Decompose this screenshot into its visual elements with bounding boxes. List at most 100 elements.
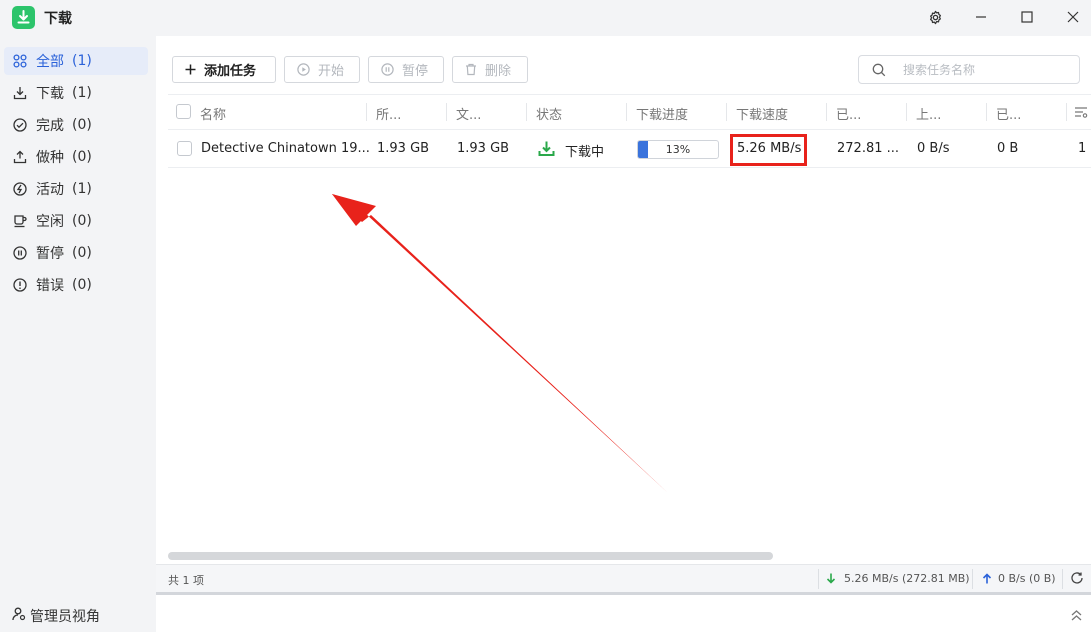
- start-label: 开始: [318, 64, 345, 79]
- column-resizer[interactable]: [986, 103, 987, 121]
- column-header-name[interactable]: 名称: [200, 104, 226, 123]
- task-extra: 1: [1078, 141, 1087, 156]
- column-header-file-size[interactable]: 文...: [456, 104, 481, 123]
- column-resizer[interactable]: [526, 103, 527, 121]
- column-resizer[interactable]: [366, 103, 367, 121]
- task-name: Detective Chinatown 19...: [201, 141, 370, 156]
- delete-button[interactable]: 删除: [452, 56, 528, 83]
- horizontal-scrollbar[interactable]: [168, 552, 773, 560]
- column-header-status[interactable]: 状态: [536, 104, 562, 123]
- trash-icon: [465, 63, 477, 76]
- upload-arrow-icon: [982, 573, 992, 588]
- plus-icon: [185, 64, 196, 75]
- cup-icon: [12, 213, 28, 229]
- app-title: 下载: [44, 11, 72, 27]
- sidebar-item-downloading[interactable]: 下载 (1): [4, 79, 148, 107]
- minimize-icon[interactable]: [968, 6, 994, 28]
- column-header-download-speed[interactable]: 下载速度: [736, 104, 788, 123]
- upload-tray-icon: [12, 149, 28, 165]
- select-all-checkbox[interactable]: [176, 104, 191, 119]
- sidebar-item-active[interactable]: 活动 (1): [4, 175, 148, 203]
- column-resizer[interactable]: [726, 103, 727, 121]
- chevron-up-icon[interactable]: [1070, 609, 1083, 625]
- column-settings-icon[interactable]: [1074, 105, 1088, 123]
- search-box[interactable]: [858, 55, 1080, 84]
- downloading-status-icon: [538, 140, 555, 161]
- play-circle-icon: [297, 63, 310, 76]
- download-summary: 5.26 MB/s (272.81 MB): [844, 572, 970, 585]
- progress-label: 13%: [665, 143, 691, 156]
- sidebar-item-all[interactable]: 全部 (1): [4, 47, 148, 75]
- grid-icon: [12, 53, 28, 69]
- admin-view-label: 管理员视角: [30, 609, 100, 625]
- sidebar-item-count: (1): [72, 85, 92, 101]
- maximize-icon[interactable]: [1014, 6, 1040, 28]
- sidebar-item-label: 下载: [36, 86, 64, 102]
- search-icon: [872, 63, 886, 81]
- row-checkbox[interactable]: [177, 141, 192, 156]
- sidebar-item-count: (0): [72, 213, 92, 229]
- task-downloaded: 272.81 ...: [837, 141, 900, 156]
- table-header: 名称 所... 文... 状态 下载进度 下载速度 已... 上... 已...: [168, 94, 1091, 130]
- column-resizer[interactable]: [906, 103, 907, 121]
- total-count: 共 1 项: [168, 574, 204, 587]
- sidebar-item-label: 完成: [36, 118, 64, 134]
- sidebar-item-idle[interactable]: 空闲 (0): [4, 207, 148, 235]
- sidebar-item-count: (1): [72, 181, 92, 197]
- status-divider: [972, 569, 973, 589]
- sidebar-item-error[interactable]: 错误 (0): [4, 271, 148, 299]
- refresh-icon[interactable]: [1070, 571, 1084, 589]
- column-resizer[interactable]: [626, 103, 627, 121]
- column-header-size[interactable]: 所...: [376, 104, 401, 123]
- progress-bar: 13%: [637, 140, 719, 159]
- pause-circle-icon: [381, 63, 394, 76]
- upload-summary: 0 B/s (0 B): [998, 572, 1056, 585]
- sidebar-item-count: (0): [72, 149, 92, 165]
- sidebar-item-label: 全部: [36, 54, 64, 70]
- sidebar-item-label: 空闲: [36, 214, 64, 230]
- sidebar-item-label: 做种: [36, 150, 64, 166]
- task-download-speed: 5.26 MB/s: [737, 141, 802, 156]
- status-bar: 共 1 项 5.26 MB/s (272.81 MB) 0 B/s (0 B): [156, 564, 1091, 592]
- sidebar-item-label: 暂停: [36, 246, 64, 262]
- task-file-size: 1.93 GB: [457, 141, 510, 156]
- sidebar: 全部 (1) 下载 (1) 完成 (0) 做种 (0) 活动 (1) 空闲 (0…: [0, 36, 156, 632]
- column-header-progress[interactable]: 下载进度: [636, 104, 688, 123]
- add-task-button[interactable]: 添加任务: [172, 56, 276, 83]
- sidebar-item-completed[interactable]: 完成 (0): [4, 111, 148, 139]
- pause-circle-icon: [12, 245, 28, 261]
- user-gear-icon: [12, 607, 26, 625]
- start-button[interactable]: 开始: [284, 56, 360, 83]
- title-bar: 下载: [0, 0, 1091, 36]
- pause-button[interactable]: 暂停: [368, 56, 444, 83]
- main-panel: 添加任务 开始 暂停 删除 名称 所... 文... 状态 下载进度 下载速度 …: [156, 36, 1091, 632]
- sidebar-item-count: (1): [72, 53, 92, 69]
- status-divider: [1062, 569, 1063, 589]
- gear-icon[interactable]: [922, 6, 948, 28]
- sidebar-item-count: (0): [72, 117, 92, 133]
- add-task-label: 添加任务: [204, 64, 257, 79]
- sidebar-item-count: (0): [72, 245, 92, 261]
- sidebar-item-paused[interactable]: 暂停 (0): [4, 239, 148, 267]
- error-circle-icon: [12, 277, 28, 293]
- download-tray-icon: [12, 85, 28, 101]
- column-header-downloaded[interactable]: 已...: [836, 104, 861, 123]
- column-header-upload-speed[interactable]: 上...: [916, 104, 941, 123]
- download-arrow-icon: [826, 573, 836, 588]
- search-input[interactable]: [903, 61, 1073, 79]
- status-divider: [818, 569, 819, 589]
- activity-icon: [12, 181, 28, 197]
- task-size: 1.93 GB: [377, 141, 430, 156]
- sidebar-item-seeding[interactable]: 做种 (0): [4, 143, 148, 171]
- delete-label: 删除: [485, 64, 512, 79]
- table-row[interactable]: Detective Chinatown 19... 1.93 GB 1.93 G…: [168, 130, 1091, 168]
- admin-view-link[interactable]: 管理员视角: [12, 606, 100, 626]
- task-upload-speed: 0 B/s: [917, 141, 950, 156]
- column-resizer[interactable]: [1066, 103, 1067, 121]
- column-header-uploaded[interactable]: 已...: [996, 104, 1021, 123]
- check-circle-icon: [12, 117, 28, 133]
- sidebar-item-label: 错误: [36, 278, 64, 294]
- close-icon[interactable]: [1060, 6, 1086, 28]
- column-resizer[interactable]: [446, 103, 447, 121]
- column-resizer[interactable]: [826, 103, 827, 121]
